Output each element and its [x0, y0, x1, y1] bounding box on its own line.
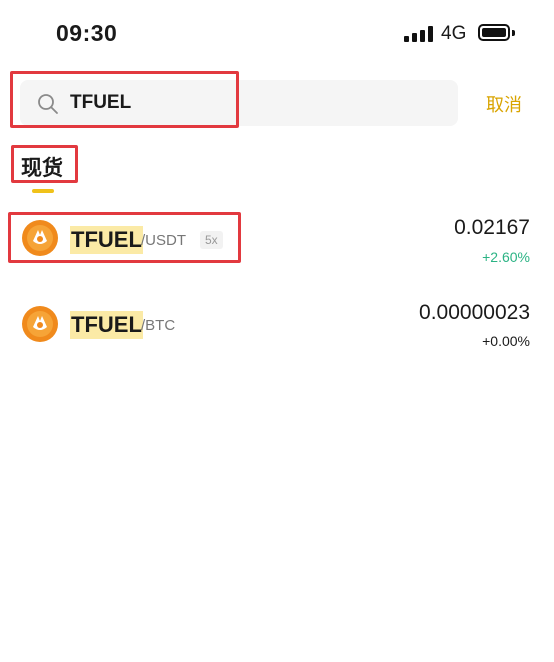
tfuel-coin-icon — [22, 306, 58, 342]
result-row-tfuel-btc[interactable]: TFUEL /BTC 0.00000023 +0.00% — [0, 293, 554, 353]
pair-symbol: TFUEL — [70, 226, 143, 254]
tfuel-coin-icon — [22, 220, 58, 256]
status-bar: 09:30 4G — [0, 0, 554, 62]
leverage-badge: 5x — [200, 231, 223, 249]
pair-change: +0.00% — [482, 333, 530, 349]
pair-price: 0.00000023 — [419, 301, 530, 324]
pair-quote: /USDT — [141, 232, 186, 249]
tab-spot[interactable]: 现货 — [21, 152, 63, 182]
pair-symbol: TFUEL — [70, 311, 143, 339]
search-input[interactable] — [70, 88, 430, 118]
battery-icon — [478, 24, 510, 41]
battery-tip — [512, 30, 515, 36]
signal-strength-icon — [404, 26, 434, 42]
result-row-tfuel-usdt[interactable]: TFUEL /USDT 5x 0.02167 +2.60% — [0, 208, 554, 268]
search-icon — [38, 94, 58, 114]
pair-quote: /BTC — [141, 317, 176, 334]
status-time: 09:30 — [56, 20, 118, 46]
pair-change: +2.60% — [482, 249, 530, 265]
cancel-button[interactable]: 取消 — [486, 91, 522, 117]
active-tab-indicator — [32, 189, 54, 193]
pair-price: 0.02167 — [454, 216, 530, 239]
network-type: 4G — [441, 23, 467, 44]
